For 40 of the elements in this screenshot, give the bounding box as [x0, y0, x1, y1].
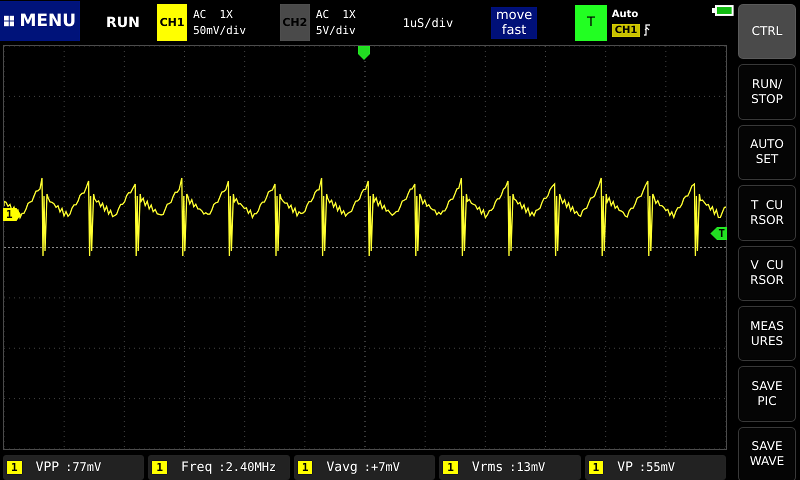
- timebase-label: 1uS/div: [402, 16, 454, 30]
- side-button[interactable]: SAVE WAVE: [738, 426, 796, 480]
- run-status: RUN: [106, 14, 141, 30]
- move-mode-button[interactable]: move fast: [490, 6, 538, 38]
- channel-marker[interactable]: 1: [3, 208, 21, 221]
- measurement-value: :2.40MHz: [218, 460, 276, 474]
- trigger-source: CH1: [612, 24, 640, 36]
- volts-per-div: 5V/div: [316, 24, 356, 37]
- trigger-badge[interactable]: T: [575, 4, 607, 40]
- side-button[interactable]: T CU RSOR: [738, 185, 796, 240]
- coupling-label: AC 1X: [316, 8, 356, 21]
- trigger-level-marker[interactable]: T: [710, 227, 727, 240]
- volts-per-div: 50mV/div: [193, 24, 246, 37]
- channel-badge: 1: [588, 460, 604, 474]
- side-button[interactable]: CTRL: [738, 4, 796, 60]
- measurement-value: :13mV: [509, 460, 546, 474]
- measurement-name: Freq: [181, 460, 212, 474]
- measurement-name: Vavg: [326, 460, 358, 474]
- channel-badge: 1: [298, 460, 312, 474]
- side-button[interactable]: AUTO SET: [738, 124, 796, 180]
- channel-badge[interactable]: CH1: [157, 4, 188, 41]
- side-button[interactable]: RUN/ STOP: [738, 64, 796, 120]
- battery-icon: [712, 5, 734, 16]
- channel-badge: 1: [7, 460, 22, 474]
- measurement-name: VP: [617, 460, 633, 474]
- channel-badge: 1: [152, 460, 168, 474]
- measurement-value: :77mV: [65, 460, 102, 474]
- side-button[interactable]: MEAS URES: [738, 306, 796, 362]
- menu-button[interactable]: MENU: [0, 1, 80, 41]
- coupling-label: AC 1X: [193, 8, 234, 21]
- trigger-mode: Auto: [612, 8, 640, 20]
- rising-edge-icon: [644, 24, 650, 36]
- side-button[interactable]: SAVE PIC: [738, 366, 796, 422]
- measurement-value: :55mV: [638, 460, 676, 474]
- measurement-name: Vrms: [472, 460, 504, 474]
- measurement-name: VPP: [36, 460, 60, 474]
- trigger-position-icon[interactable]: [358, 46, 370, 60]
- measurement-value: :+7mV: [364, 460, 400, 474]
- channel-badge: 1: [443, 460, 458, 474]
- side-button[interactable]: V CU RSOR: [738, 246, 796, 301]
